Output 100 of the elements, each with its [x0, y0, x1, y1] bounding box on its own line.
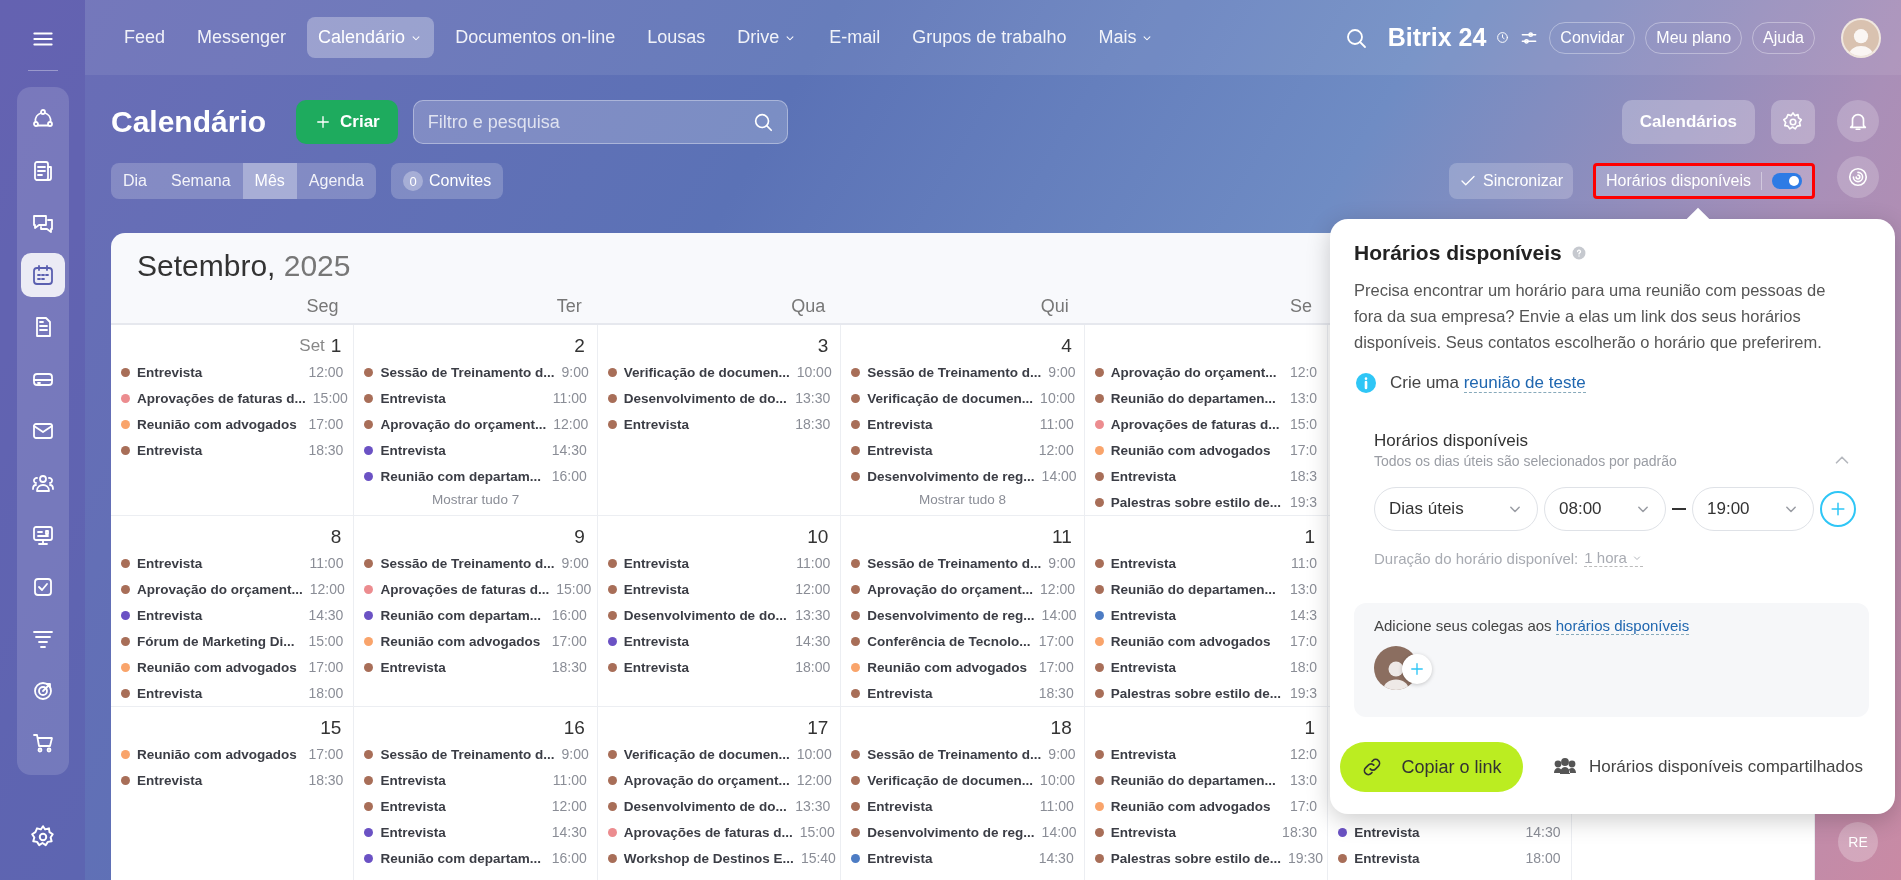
event-title[interactable]: Reunião com departam...: [380, 850, 545, 866]
event-title[interactable]: Reunião com advogados: [1110, 442, 1283, 458]
toggle-switch[interactable]: [1772, 173, 1802, 189]
event-title[interactable]: Entrevista: [623, 581, 789, 597]
event-title[interactable]: Entrevista: [867, 850, 1032, 866]
event-title[interactable]: Entrevista: [867, 442, 1032, 458]
event-title[interactable]: Aprovações de faturas d...: [623, 824, 793, 840]
event-title[interactable]: Entrevista: [1110, 555, 1284, 571]
event-title[interactable]: Fórum de Marketing Di...: [137, 633, 302, 649]
event-title[interactable]: Palestras sobre estilo de...: [1110, 685, 1283, 701]
event-title[interactable]: Sessão de Treinamento d...: [380, 746, 555, 762]
event-title[interactable]: Aprovação do orçament...: [1110, 364, 1283, 380]
event-title[interactable]: Desenvolvimento de reg...: [867, 824, 1035, 840]
end-time-select[interactable]: 19:00: [1692, 487, 1814, 531]
show-all-link[interactable]: Mostrar tudo 7: [426, 491, 526, 508]
event-title[interactable]: Entrevista: [623, 555, 790, 571]
event-title[interactable]: Entrevista: [1354, 850, 1519, 866]
event-title[interactable]: Reunião com advogados: [137, 746, 302, 762]
event-title[interactable]: Reunião com advogados: [380, 633, 545, 649]
event-title[interactable]: Verificação de documen...: [623, 746, 790, 762]
event-title[interactable]: Reunião com departam...: [380, 468, 545, 484]
event-time: 16:00: [551, 607, 587, 623]
event-title[interactable]: Aprovação do orçament...: [867, 581, 1034, 597]
event-title[interactable]: Entrevista: [380, 390, 546, 406]
event-title[interactable]: Reunião com advogados: [1110, 633, 1283, 649]
event-title[interactable]: Reunião do departamen...: [1110, 581, 1283, 597]
start-time-select[interactable]: 08:00: [1544, 487, 1666, 531]
add-colleague-button[interactable]: [1402, 654, 1432, 684]
event-title[interactable]: Entrevista: [623, 633, 789, 649]
event-title[interactable]: Reunião com advogados: [1110, 798, 1283, 814]
nav-tab[interactable]: Documentos on-line: [444, 17, 627, 58]
event-title[interactable]: Entrevista: [137, 685, 302, 701]
event-title[interactable]: Entrevista: [137, 772, 302, 788]
event-title[interactable]: Verificação de documen...: [867, 772, 1034, 788]
event-title[interactable]: Entrevista: [1354, 824, 1519, 840]
event-title[interactable]: Reunião com advogados: [137, 416, 302, 432]
event-title[interactable]: Aprovações de faturas d...: [137, 390, 306, 406]
sidebar-item[interactable]: [20, 253, 65, 297]
event-title[interactable]: Workshop de Destinos E...: [623, 850, 794, 866]
month-title: Setembro, 2025: [137, 248, 351, 284]
event-title[interactable]: Entrevista: [380, 824, 545, 840]
event-title[interactable]: Entrevista: [380, 798, 545, 814]
event-title[interactable]: Entrevista: [137, 364, 302, 380]
event-title[interactable]: Entrevista: [867, 416, 1033, 432]
event-title[interactable]: Conferência de Tecnolo...: [867, 633, 1032, 649]
settings-button[interactable]: [1771, 100, 1815, 144]
event-title[interactable]: Entrevista: [1110, 607, 1283, 623]
event-title[interactable]: Desenvolvimento de do...: [623, 390, 789, 406]
event-title[interactable]: Sessão de Treinamento d...: [380, 555, 555, 571]
event-title[interactable]: Desenvolvimento de do...: [623, 607, 789, 623]
event-title[interactable]: Reunião com advogados: [867, 659, 1032, 675]
event-title[interactable]: Desenvolvimento de do...: [623, 798, 789, 814]
event-title[interactable]: Reunião com advogados: [137, 659, 302, 675]
event-title[interactable]: Entrevista: [867, 798, 1033, 814]
event-title[interactable]: Aprovação do orçament...: [623, 772, 790, 788]
event-title[interactable]: Sessão de Treinamento d...: [380, 364, 555, 380]
notifications-button[interactable]: [1837, 100, 1879, 142]
copy-link-button[interactable]: Copiar o link: [1340, 742, 1523, 792]
event-title[interactable]: Sessão de Treinamento d...: [867, 364, 1042, 380]
event-title[interactable]: Aprovação do orçament...: [380, 416, 547, 432]
event-title[interactable]: Entrevista: [867, 685, 1032, 701]
nav-tab[interactable]: Lousas: [636, 17, 717, 58]
event-title[interactable]: Entrevista: [137, 442, 302, 458]
show-all-link[interactable]: Mostrar tudo 8: [912, 491, 1012, 508]
event-title[interactable]: Reunião do departamen...: [1110, 772, 1283, 788]
availability-link[interactable]: horários disponíveis: [1555, 617, 1690, 635]
event-title[interactable]: Entrevista: [380, 659, 545, 675]
event-title[interactable]: Sessão de Treinamento d...: [867, 746, 1042, 762]
event-title[interactable]: Entrevista: [137, 555, 303, 571]
event-title[interactable]: Aprovações de faturas d...: [1110, 416, 1283, 432]
days-select[interactable]: Dias úteis: [1374, 487, 1538, 531]
event-title[interactable]: Entrevista: [1110, 824, 1276, 840]
event-title[interactable]: Entrevista: [1110, 659, 1283, 675]
event-title[interactable]: Aprovações de faturas d...: [380, 581, 550, 597]
event-title[interactable]: Verificação de documen...: [623, 364, 790, 380]
event-title[interactable]: Entrevista: [623, 659, 789, 675]
event-title[interactable]: Desenvolvimento de reg...: [867, 607, 1035, 623]
test-meeting-link[interactable]: reunião de teste: [1463, 373, 1586, 393]
event-title[interactable]: Palestras sobre estilo de...: [1110, 494, 1283, 510]
nav-tab[interactable]: Messenger: [186, 17, 298, 58]
event-time: 13:30: [795, 607, 831, 623]
user-avatar[interactable]: [1841, 17, 1881, 58]
event-title[interactable]: Reunião do departamen...: [1110, 390, 1283, 406]
spiral-button[interactable]: [1837, 156, 1879, 198]
event-title[interactable]: Entrevista: [1110, 468, 1283, 484]
nav-tab[interactable]: E-mail: [818, 17, 892, 58]
event-title[interactable]: Entrevista: [623, 416, 789, 432]
event-title[interactable]: Entrevista: [380, 442, 545, 458]
event-title[interactable]: Sessão de Treinamento d...: [867, 555, 1042, 571]
event-title[interactable]: Verificação de documen...: [867, 390, 1034, 406]
event-title[interactable]: Entrevista: [1110, 746, 1283, 762]
shared-slots-button[interactable]: Horários disponíveis compartilhados: [1546, 754, 1869, 780]
nav-tab[interactable]: Drive: [726, 17, 809, 58]
nav-tab[interactable]: Feed: [113, 17, 177, 58]
event-title[interactable]: Aprovação do orçament...: [137, 581, 303, 597]
event-title[interactable]: Desenvolvimento de reg...: [867, 468, 1035, 484]
event-title[interactable]: Entrevista: [380, 772, 546, 788]
event-title[interactable]: Palestras sobre estilo de...: [1110, 850, 1282, 866]
event-title[interactable]: Reunião com departam...: [380, 607, 545, 623]
event-title[interactable]: Entrevista: [137, 607, 302, 623]
